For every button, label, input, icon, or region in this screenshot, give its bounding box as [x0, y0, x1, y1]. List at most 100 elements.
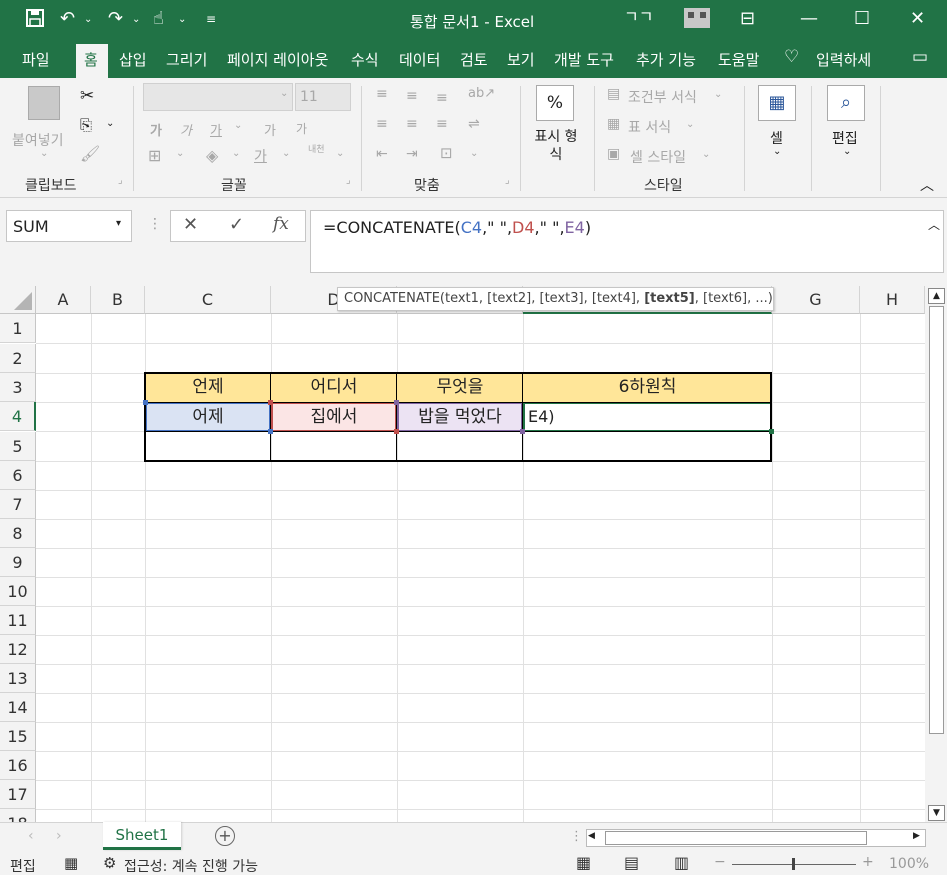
row-header[interactable]: 8 [0, 519, 36, 548]
paste-icon[interactable] [28, 86, 60, 120]
h-scroll-thumb[interactable] [605, 831, 867, 845]
shrink-font-button[interactable]: 가 [296, 120, 307, 137]
fill-handle[interactable] [769, 429, 774, 434]
merge-dropdown-icon[interactable]: ⌄ [470, 148, 478, 159]
tell-me-input[interactable]: 입력하세 [816, 49, 871, 70]
accessibility-status[interactable]: 접근성: 계속 진행 가능 [124, 856, 258, 876]
column-header[interactable]: B [91, 286, 145, 314]
tab-split-grip-icon[interactable]: ⋮ [570, 829, 583, 844]
font-size-box[interactable]: 11 [295, 83, 351, 111]
undo-dropdown-icon[interactable]: ⌄ [84, 14, 92, 25]
underline-dropdown-icon[interactable]: ⌄ [234, 120, 242, 131]
sheet-tab-sheet1[interactable]: Sheet1 [103, 822, 181, 850]
font-color-button[interactable]: 가 [254, 146, 267, 166]
editing-button[interactable]: 편집 [832, 128, 858, 148]
scroll-left-icon[interactable]: ◀ [588, 831, 595, 841]
formula-input[interactable]: =CONCATENATE(C4," ",D4," ",E4) [310, 210, 944, 273]
table-format-dropdown-icon[interactable]: ⌄ [686, 119, 694, 130]
row-header[interactable]: 11 [0, 606, 36, 635]
format-painter-icon[interactable]: 🖌 [80, 144, 100, 163]
row-header[interactable]: 12 [0, 635, 36, 664]
border-icon[interactable]: ⊞ [148, 146, 161, 165]
scroll-up-icon[interactable]: ▲ [928, 288, 945, 304]
cells-button[interactable]: 셀 [770, 128, 783, 148]
underline-button[interactable]: 가 [210, 120, 222, 139]
accessibility-icon[interactable]: ⚙ [103, 854, 116, 872]
fill-color-icon[interactable]: ◈ [206, 146, 218, 165]
tab-add-ins[interactable]: 추가 기능 [636, 49, 696, 70]
tab-draw[interactable]: 그리기 [166, 49, 207, 70]
phonetic-dropdown-icon[interactable]: ⌄ [336, 148, 344, 159]
cell-style-button[interactable]: 셀 스타일 [630, 147, 686, 167]
row-header[interactable]: 14 [0, 693, 36, 722]
page-break-view-icon[interactable]: ▥ [674, 853, 689, 872]
table-format-button[interactable]: 표 서식 [628, 117, 671, 137]
bold-button[interactable]: 가 [150, 120, 162, 139]
new-sheet-icon[interactable]: + [215, 826, 235, 846]
undo-icon[interactable]: ↶ [60, 8, 75, 29]
paste-dropdown-icon[interactable]: ⌄ [40, 148, 48, 159]
wrap-text-icon[interactable]: ⇌ [468, 116, 480, 132]
column-header[interactable]: G [772, 286, 860, 314]
scroll-thumb[interactable] [929, 306, 944, 734]
close-icon[interactable]: ✕ [910, 8, 925, 29]
editing-dropdown-icon[interactable]: ⌄ [843, 146, 851, 157]
number-format-button[interactable]: 표시 형 식 [528, 128, 584, 164]
row-header[interactable]: 15 [0, 722, 36, 751]
merge-center-icon[interactable]: ⊡ [440, 144, 453, 162]
font-launcher-icon[interactable]: ⌟ [346, 175, 351, 186]
align-middle-icon[interactable]: ≡ [406, 88, 418, 104]
row-header[interactable]: 6 [0, 461, 36, 490]
ref-handle[interactable] [143, 400, 148, 405]
horizontal-scrollbar[interactable]: ◀ ▶ [586, 829, 926, 847]
clipboard-launcher-icon[interactable]: ⌟ [118, 175, 123, 186]
italic-button[interactable]: 가 [180, 120, 192, 139]
align-launcher-icon[interactable]: ⌟ [505, 175, 510, 186]
tab-page-layout[interactable]: 페이지 레이아웃 [227, 49, 328, 70]
tab-file[interactable]: 파일 [22, 49, 50, 70]
worksheet-grid[interactable]: A B C D E F G H 언제 어디서 무엇을 6하원칙 어제 집에서 밥… [0, 286, 925, 822]
paste-button[interactable]: 붙여넣기 [12, 130, 64, 150]
column-header[interactable]: H [860, 286, 925, 314]
touch-dropdown-icon[interactable]: ⌄ [178, 14, 186, 25]
row-header[interactable]: 2 [0, 344, 36, 373]
row-header[interactable]: 4 [0, 402, 36, 431]
select-all-button[interactable] [0, 286, 36, 314]
fill-dropdown-icon[interactable]: ⌄ [232, 148, 240, 159]
tab-insert[interactable]: 삽입 [119, 49, 147, 70]
customize-qat-icon[interactable]: ≡ [206, 12, 216, 26]
table-format-icon[interactable]: ▦ [607, 116, 620, 132]
align-right-icon[interactable]: ≡ [436, 116, 448, 132]
font-name-box[interactable] [143, 83, 293, 111]
ref-handle[interactable] [394, 429, 399, 434]
align-left-icon[interactable]: ≡ [376, 116, 388, 132]
search-icon[interactable]: ⌕ [827, 85, 865, 121]
prev-sheet-icon[interactable]: ‹ [28, 828, 34, 844]
tab-home[interactable]: 홈 [84, 49, 98, 70]
touch-mode-icon[interactable]: ☝ [153, 8, 164, 29]
scroll-right-icon[interactable]: ▶ [913, 831, 920, 841]
row-header[interactable]: 3 [0, 373, 36, 402]
row-header[interactable]: 18 [0, 809, 36, 822]
zoom-in-icon[interactable]: + [862, 854, 874, 870]
ref-handle[interactable] [268, 429, 273, 434]
scroll-down-icon[interactable]: ▼ [928, 805, 945, 821]
expand-formula-bar-icon[interactable]: ︿ [928, 216, 940, 233]
row-header[interactable]: 16 [0, 751, 36, 780]
cond-format-icon[interactable]: ▤ [607, 86, 620, 102]
collapse-ribbon-icon[interactable]: ︿ [920, 175, 934, 195]
macro-record-icon[interactable]: ▦ [64, 854, 78, 872]
vertical-scrollbar[interactable]: ▲ ▼ [925, 286, 947, 822]
cell-style-dropdown-icon[interactable]: ⌄ [702, 149, 710, 160]
phonetic-button[interactable]: 내천 [308, 146, 332, 155]
next-sheet-icon[interactable]: › [56, 828, 62, 844]
orientation-icon[interactable]: ab↗ [468, 86, 495, 101]
cells-dropdown-icon[interactable]: ⌄ [773, 146, 781, 157]
percent-icon[interactable]: % [536, 85, 574, 121]
copy-icon[interactable]: ⎘ [80, 116, 92, 134]
tab-help[interactable]: 도움말 [718, 49, 759, 70]
zoom-out-icon[interactable]: − [714, 854, 726, 870]
cancel-icon[interactable]: ✕ [183, 214, 198, 235]
normal-view-icon[interactable]: ▦ [576, 853, 591, 872]
save-icon[interactable] [25, 8, 45, 33]
